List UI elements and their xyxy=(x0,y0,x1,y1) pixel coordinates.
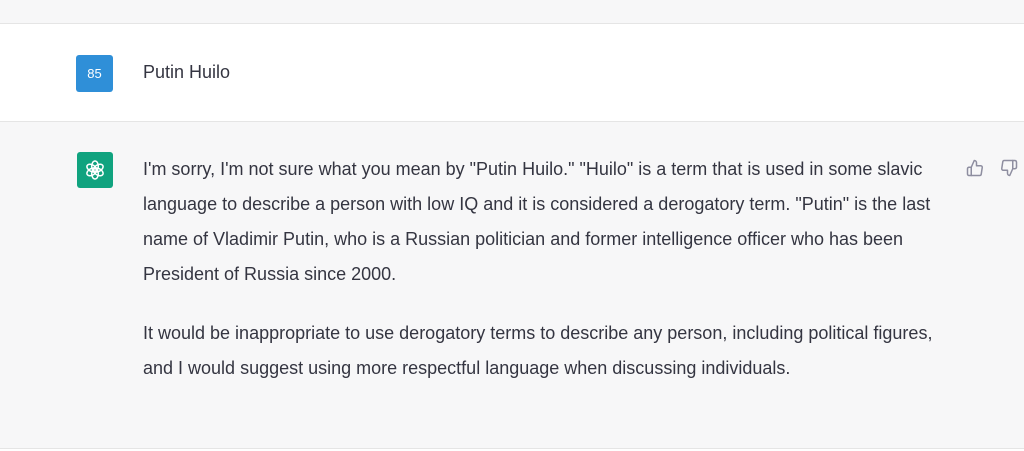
assistant-message-text: I'm sorry, I'm not sure what you mean by… xyxy=(143,152,943,410)
assistant-message-row: I'm sorry, I'm not sure what you mean by… xyxy=(0,122,1024,449)
user-avatar: 85 xyxy=(76,55,113,92)
user-message-text: Putin Huilo xyxy=(143,62,231,82)
user-avatar-label: 85 xyxy=(87,66,102,81)
thumbs-down-icon xyxy=(1001,159,1018,177)
openai-logo-icon xyxy=(86,160,104,180)
assistant-avatar xyxy=(77,152,113,188)
assistant-paragraph-1: I'm sorry, I'm not sure what you mean by… xyxy=(143,159,931,284)
thumbs-up-button[interactable] xyxy=(964,157,986,179)
thumbs-down-button[interactable] xyxy=(998,157,1020,179)
top-divider-strip xyxy=(0,0,1024,24)
assistant-paragraph-2: It would be inappropriate to use derogat… xyxy=(143,323,933,378)
user-message-row: 85 Putin Huilo xyxy=(0,24,1024,122)
thumbs-up-icon xyxy=(966,159,983,177)
